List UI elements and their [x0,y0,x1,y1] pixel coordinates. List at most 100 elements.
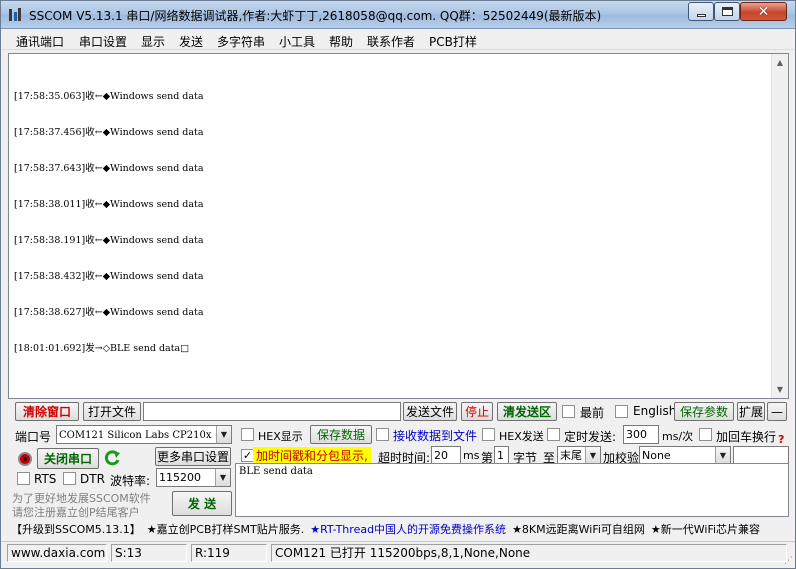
promo-ticker: 【升级到SSCOM5.13.1】 ★嘉立创PCB打样SMT贴片服务. ★RT-Thr… [11,521,789,539]
title-bar[interactable]: SSCOM V5.13.1 串口/网络数据调试器,作者:大虾丁丁,2618058… [1,1,795,29]
save-data-label: 保存数据 [316,428,365,442]
send-text: BLE send data [239,466,313,477]
log-line: [17:58:37.643]收←◆Windows send data [14,163,204,174]
scroll-down-icon[interactable]: ▼ [772,381,788,398]
send-file-button[interactable]: 发送文件 [403,402,457,421]
log-line: [17:58:35.063]收←◆Windows send data [14,91,204,102]
window-title: SSCOM V5.13.1 串口/网络数据调试器,作者:大虾丁丁,2618058… [29,9,602,23]
status-site[interactable]: www.daxia.com [7,544,107,562]
status-bar: www.daxia.com S:13 R:119 COM121 已打开 1152… [1,541,795,568]
english-checkbox[interactable] [615,405,628,418]
receive-scrollbar[interactable]: ▲ ▼ [771,54,788,398]
promo-line-2: 请您注册嘉立创P结尾客户 [12,506,140,519]
status-received: R:119 [191,544,267,562]
timed-send-checkbox[interactable] [547,428,560,441]
promo-wifi[interactable]: ★8KM远距离WiFi可自组网 [512,523,645,536]
promo-pcb[interactable]: ★嘉立创PCB打样SMT贴片服务. [147,523,304,536]
dtr-label: DTR [80,472,105,486]
clear-send-label: 清发送区 [502,405,551,419]
save-params-label: 保存参数 [679,405,728,419]
promo-upgrade[interactable]: 【升级到SSCOM5.13.1】 [11,523,141,536]
menu-send[interactable]: 发送 [179,33,203,50]
topmost-label: 最前 [580,406,605,420]
menu-comm-port[interactable]: 通讯端口 [16,33,64,50]
save-data-button[interactable]: 保存数据 [310,425,372,444]
baud-select[interactable]: 115200 ▼ [156,468,231,487]
baud-value: 115200 [159,471,201,484]
expand-button[interactable]: 扩展 [737,402,765,421]
close-button[interactable]: ✕ [740,2,787,21]
menu-pcb[interactable]: PCB打样 [429,33,477,50]
hex-send-label: HEX发送 [499,430,544,443]
log-line: [17:58:38.191]收←◆Windows send data [14,235,204,246]
log-line: [17:58:38.011]收←◆Windows send data [14,199,204,210]
topmost-checkbox[interactable] [562,405,575,418]
more-settings-button[interactable]: 更多串口设置 [155,447,231,466]
log-line: [17:58:38.627]收←◆Windows send data [14,307,204,318]
rts-label: RTS [34,472,57,486]
menu-display[interactable]: 显示 [141,33,165,50]
english-label: English [633,404,677,418]
minimize-icon [696,14,706,17]
menu-tools[interactable]: 小工具 [279,33,315,50]
clear-send-button[interactable]: 清发送区 [497,402,557,421]
log-line: [18:01:01.692]发→◇BLE send data□ [14,343,190,354]
minimize-button[interactable] [688,2,714,21]
close-port-button[interactable]: 关闭串口 [37,448,99,469]
menu-bar: 通讯端口 串口设置 显示 发送 多字符串 小工具 帮助 联系作者 PCB打样 [1,30,795,50]
open-file-button[interactable]: 打开文件 [83,402,141,421]
recv-to-file-checkbox[interactable] [376,428,389,441]
rts-checkbox[interactable] [17,472,30,485]
dtr-checkbox[interactable] [63,472,76,485]
add-crlf-checkbox[interactable] [699,428,712,441]
status-sent: S:13 [111,544,187,562]
collapse-button[interactable]: — [767,402,787,421]
ms-label: ms [463,449,480,462]
send-textarea[interactable]: BLE send data [235,463,789,517]
send-button-label: 发 送 [187,497,217,511]
chevron-down-icon: ▼ [715,447,730,464]
end-position-value: 末尾 [560,449,582,462]
port-label: 端口号 [15,430,52,444]
chevron-down-icon: ▼ [585,447,600,464]
clear-window-label: 清除窗口 [22,405,71,419]
scroll-up-icon[interactable]: ▲ [772,54,788,71]
hex-display-checkbox[interactable] [241,428,254,441]
port-select[interactable]: COM121 Silicon Labs CP210x ▼ [56,425,232,444]
chevron-down-icon: ▼ [215,469,230,486]
resize-grip-icon[interactable]: ⋰ [784,556,793,566]
stop-button[interactable]: 停止 [461,402,493,421]
promo-rtthread[interactable]: ★RT-Thread中国人的开源免费操作系统 [310,523,506,536]
hex-display-label: HEX显示 [258,430,303,443]
hex-send-checkbox[interactable] [482,428,495,441]
promo-wifi-chip[interactable]: ★新一代WiFi芯片兼容 [651,523,760,536]
menu-help[interactable]: 帮助 [329,33,353,50]
menu-multi-string[interactable]: 多字符串 [217,33,265,50]
close-icon: ✕ [757,3,770,20]
receive-area[interactable]: [17:58:35.063]收←◆Windows send data [17:5… [8,53,789,399]
app-icon [9,8,21,21]
stop-label: 停止 [464,405,489,419]
clear-window-button[interactable]: 清除窗口 [15,402,79,421]
file-path-input[interactable] [143,402,401,421]
ms-per-label: ms/次 [662,430,694,443]
maximize-button[interactable] [714,2,740,21]
checksum-value: None [642,449,671,462]
help-icon[interactable]: ? [778,433,784,446]
menu-contact-author[interactable]: 联系作者 [367,33,415,50]
baud-label: 波特率: [110,474,151,488]
recv-to-file-label[interactable]: 接收数据到文件 [393,427,477,444]
save-params-button[interactable]: 保存参数 [674,402,734,421]
port-value: COM121 Silicon Labs CP210x [59,430,212,441]
refresh-icon[interactable] [104,450,121,467]
timestamp-label: 加时间戳和分包显示, [253,447,371,464]
app-window: SSCOM V5.13.1 串口/网络数据调试器,作者:大虾丁丁,2618058… [0,0,796,569]
timed-send-label: 定时发送: [564,430,617,444]
menu-serial-settings[interactable]: 串口设置 [79,33,127,50]
log-line: [17:58:38.432]收←◆Windows send data [14,271,204,282]
timed-send-interval-input[interactable]: 300 [623,425,659,444]
send-button[interactable]: 发 送 [172,491,232,516]
maximize-icon [721,7,733,16]
record-icon [18,452,32,466]
add-crlf-label: 加回车换行 [716,430,777,444]
